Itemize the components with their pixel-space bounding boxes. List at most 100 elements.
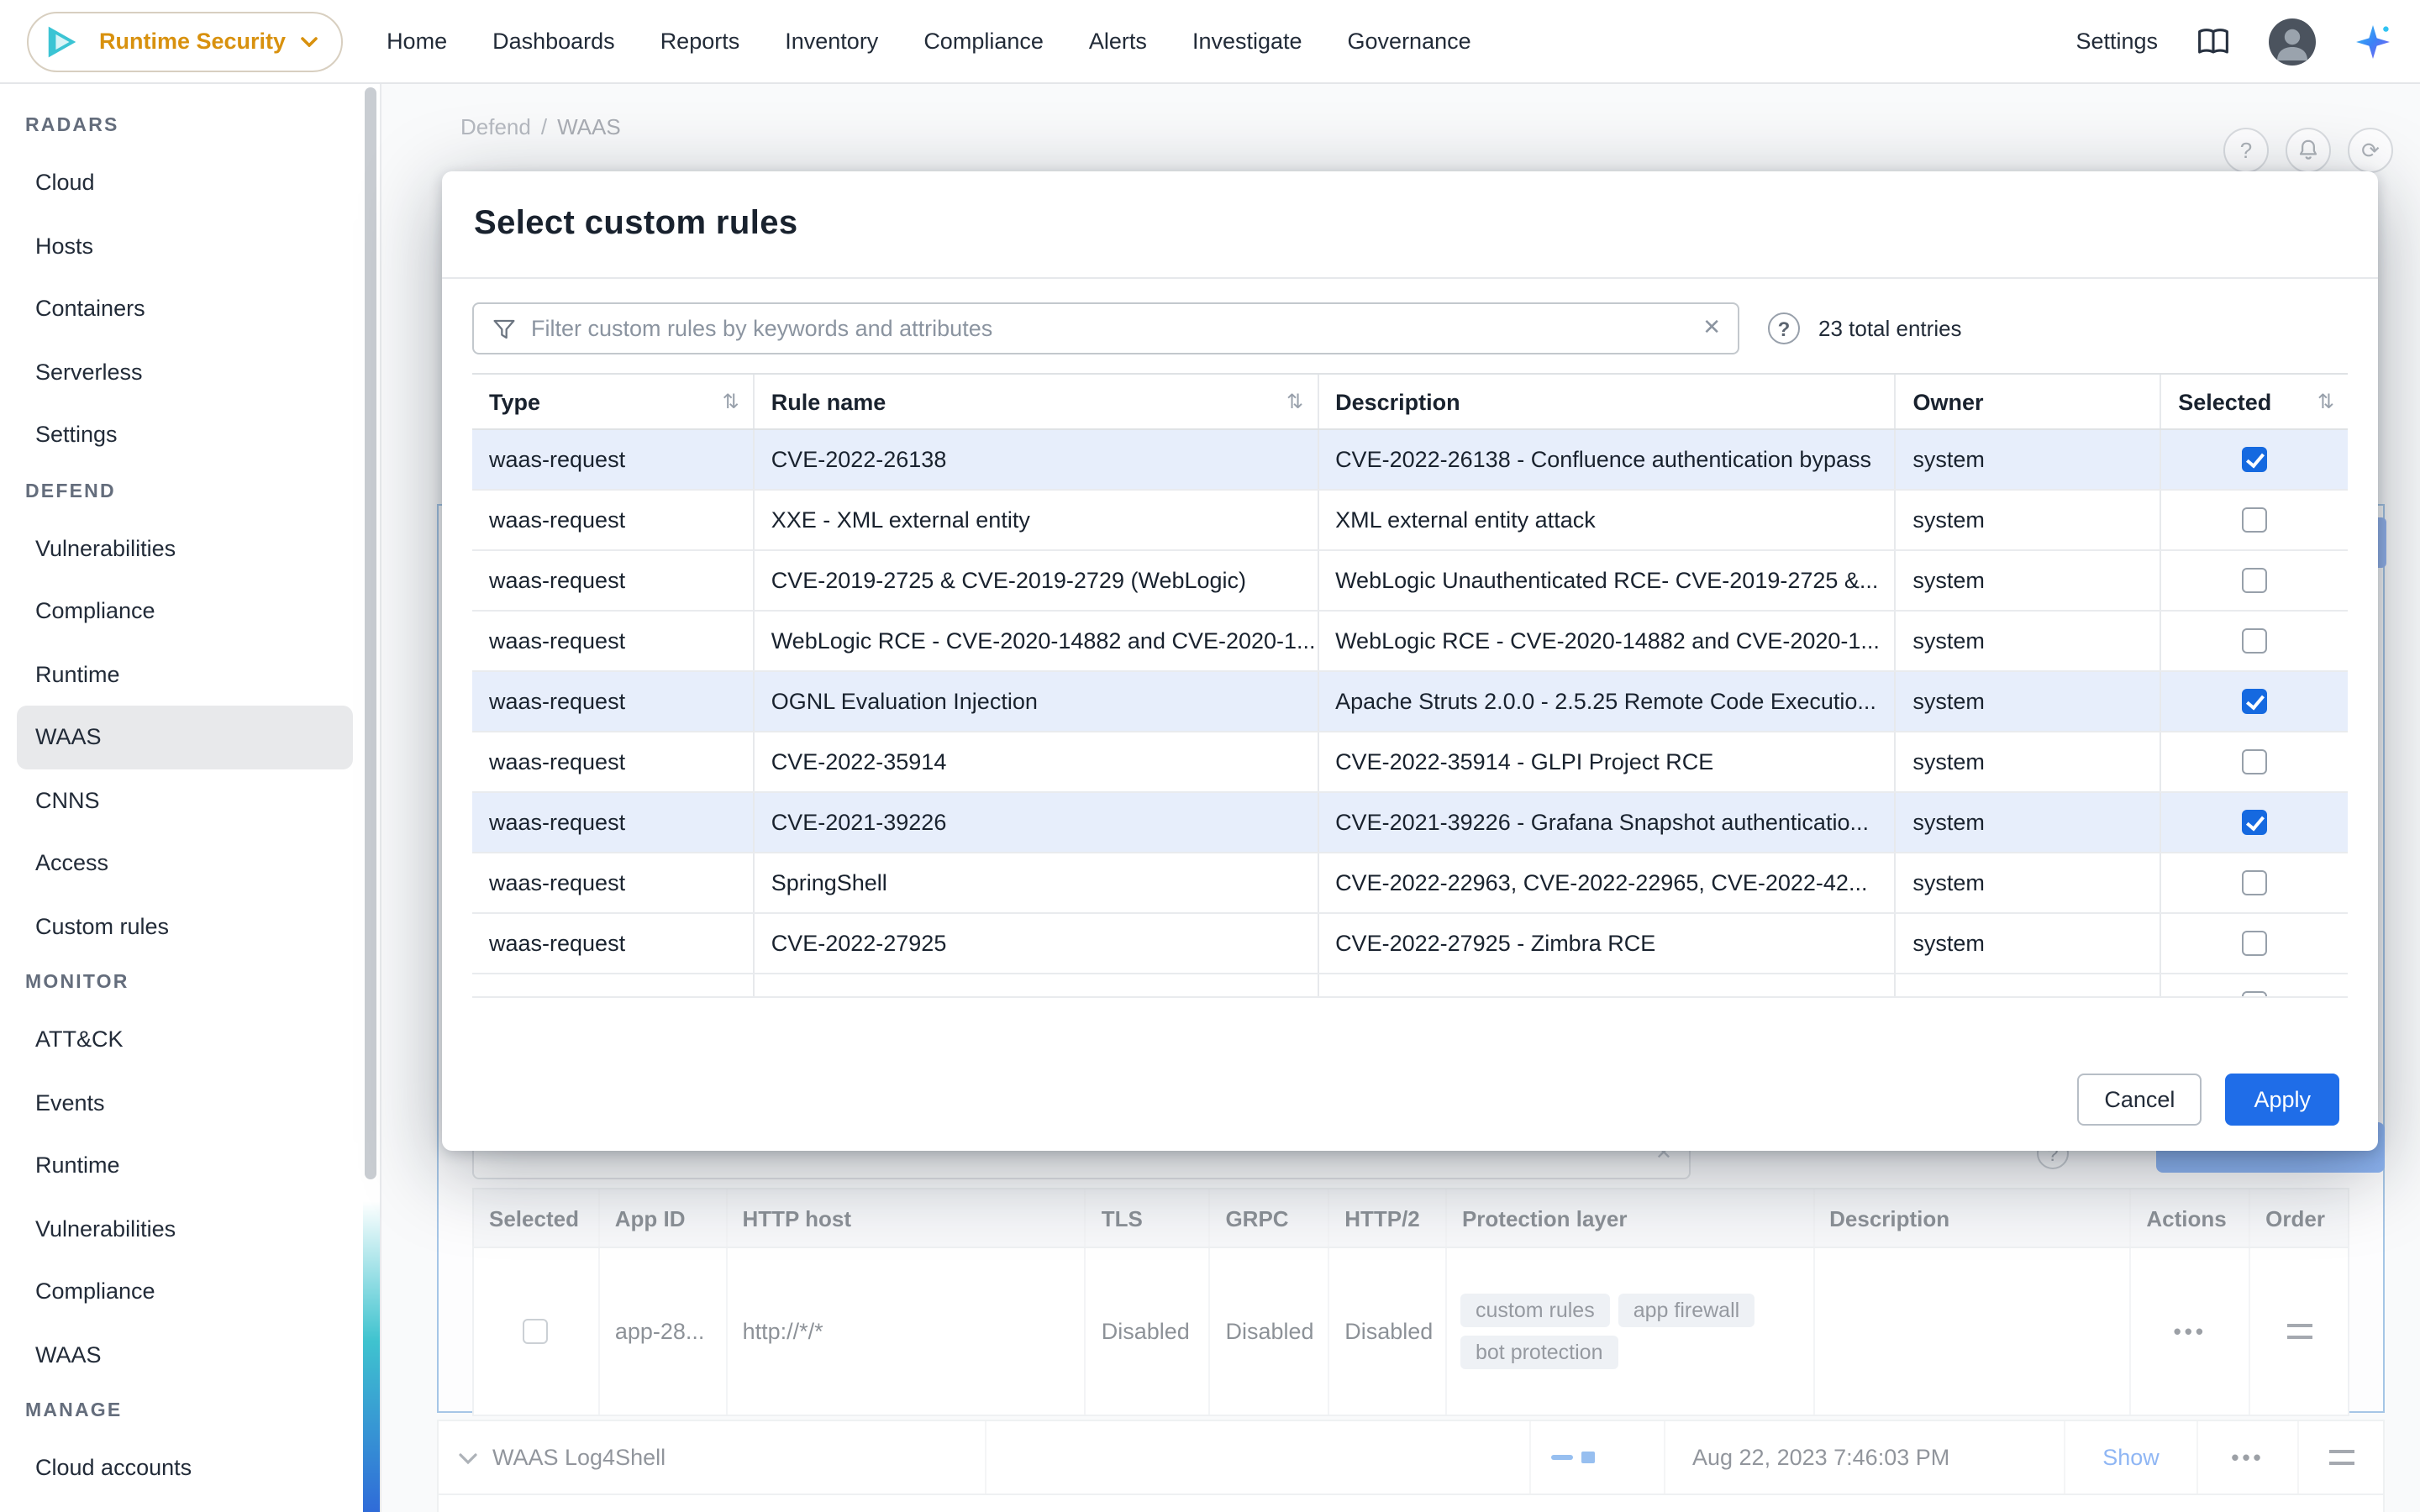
sidebar-item-runtime[interactable]: Runtime bbox=[17, 643, 353, 706]
custom-rule-row[interactable]: waas-requestCVE-2019-2725 & CVE-2019-272… bbox=[472, 551, 2348, 612]
rule-checkbox[interactable] bbox=[2242, 628, 2267, 654]
custom-rule-row[interactable]: waas-requestCVE-2022-35914CVE-2022-35914… bbox=[472, 732, 2348, 793]
sidebar-item-hosts[interactable]: Hosts bbox=[17, 214, 353, 277]
custom-rule-row[interactable]: waas-requestOGNL Evaluation InjectionApa… bbox=[472, 672, 2348, 732]
rule-owner: system bbox=[1894, 491, 2160, 549]
rule-selected-cell bbox=[2160, 853, 2348, 912]
docs-book-icon[interactable] bbox=[2195, 24, 2232, 58]
sort-icon[interactable]: ⇅ bbox=[1286, 390, 1303, 413]
sidebar-scrollbar[interactable] bbox=[365, 87, 376, 1179]
partial-checkbox[interactable] bbox=[2242, 991, 2267, 996]
partial-owner-cell bbox=[1894, 974, 2160, 996]
sidebar-item-settings[interactable]: Settings bbox=[17, 403, 353, 466]
topnav-inventory[interactable]: Inventory bbox=[785, 29, 878, 54]
rule-type: waas-request bbox=[472, 732, 753, 791]
col-label: Description bbox=[1335, 389, 1460, 414]
rule-owner: system bbox=[1894, 672, 2160, 731]
rule-type: waas-request bbox=[472, 853, 753, 912]
sidebar-item-cloud[interactable]: Cloud bbox=[17, 151, 353, 214]
sort-icon[interactable]: ⇅ bbox=[2317, 390, 2334, 413]
sidebar-item-access[interactable]: Access bbox=[17, 832, 353, 895]
sidebar-item-compliance[interactable]: Compliance bbox=[17, 580, 353, 643]
rule-selected-cell bbox=[2160, 793, 2348, 852]
rule-owner: system bbox=[1894, 914, 2160, 973]
filter-help-icon[interactable]: ? bbox=[1768, 312, 1800, 344]
sidebar-item-containers[interactable]: Containers bbox=[17, 277, 353, 340]
product-switcher[interactable]: Runtime Security bbox=[27, 11, 343, 71]
sidebar-item-custom-rules[interactable]: Custom rules bbox=[17, 895, 353, 958]
rule-checkbox[interactable] bbox=[2242, 749, 2267, 774]
user-avatar[interactable] bbox=[2269, 18, 2316, 65]
sort-icon[interactable]: ⇅ bbox=[723, 390, 739, 413]
rule-type: waas-request bbox=[472, 793, 753, 852]
custom-rule-row[interactable]: waas-requestWebLogic RCE - CVE-2020-1488… bbox=[472, 612, 2348, 672]
sidebar-item-vulnerabilities[interactable]: Vulnerabilities bbox=[17, 517, 353, 580]
rule-description: CVE-2021-39226 - Grafana Snapshot authen… bbox=[1317, 793, 1894, 852]
rules-filter-input[interactable]: ✕ bbox=[472, 302, 1739, 354]
topbar-right: Settings bbox=[2075, 18, 2393, 65]
topnav-dashboards[interactable]: Dashboards bbox=[492, 29, 615, 54]
sidebar-item-waas[interactable]: WAAS bbox=[17, 1323, 353, 1386]
col-header-type[interactable]: Type⇅ bbox=[472, 375, 753, 428]
cancel-button[interactable]: Cancel bbox=[2077, 1073, 2202, 1125]
custom-rule-row[interactable]: waas-requestSpringShellCVE-2022-22963, C… bbox=[472, 853, 2348, 914]
sidebar-item-att-ck[interactable]: ATT&CK bbox=[17, 1008, 353, 1071]
rule-checkbox[interactable] bbox=[2242, 870, 2267, 895]
sidebar-item-runtime[interactable]: Runtime bbox=[17, 1134, 353, 1197]
partial-type-cell bbox=[472, 974, 753, 996]
rules-table-body: waas-requestCVE-2022-26138CVE-2022-26138… bbox=[472, 430, 2348, 974]
rule-type: waas-request bbox=[472, 491, 753, 549]
sidebar-item-waas[interactable]: WAAS bbox=[17, 706, 353, 769]
rule-owner: system bbox=[1894, 732, 2160, 791]
apply-button[interactable]: Apply bbox=[2225, 1073, 2339, 1125]
sidebar-item-serverless[interactable]: Serverless bbox=[17, 340, 353, 403]
rule-name: CVE-2022-35914 bbox=[753, 732, 1317, 791]
settings-link[interactable]: Settings bbox=[2075, 29, 2158, 54]
ai-sparkle-icon[interactable] bbox=[2353, 21, 2393, 61]
sidebar-item-cloud-accounts[interactable]: Cloud accounts bbox=[17, 1436, 353, 1499]
topnav-investigate[interactable]: Investigate bbox=[1192, 29, 1302, 54]
rule-checkbox[interactable] bbox=[2242, 931, 2267, 956]
custom-rule-row[interactable]: waas-requestCVE-2021-39226CVE-2021-39226… bbox=[472, 793, 2348, 853]
rule-checkbox[interactable] bbox=[2242, 568, 2267, 593]
topnav-home[interactable]: Home bbox=[387, 29, 447, 54]
col-header-owner: Owner bbox=[1894, 375, 2160, 428]
col-label: Owner bbox=[1912, 389, 1983, 414]
custom-rule-row[interactable]: waas-requestCVE-2022-27925CVE-2022-27925… bbox=[472, 914, 2348, 974]
sidebar-item-vulnerabilities[interactable]: Vulnerabilities bbox=[17, 1197, 353, 1260]
custom-rule-row[interactable]: waas-requestXXE - XML external entityXML… bbox=[472, 491, 2348, 551]
rule-type: waas-request bbox=[472, 914, 753, 973]
rule-description: CVE-2022-27925 - Zimbra RCE bbox=[1317, 914, 1894, 973]
topnav-reports[interactable]: Reports bbox=[660, 29, 740, 54]
topnav-governance[interactable]: Governance bbox=[1348, 29, 1471, 54]
rules-filter-field[interactable] bbox=[474, 304, 1738, 353]
partial-selected-cell bbox=[2160, 974, 2348, 996]
rule-checkbox[interactable] bbox=[2242, 507, 2267, 533]
rule-description: Apache Struts 2.0.0 - 2.5.25 Remote Code… bbox=[1317, 672, 1894, 731]
partial-row bbox=[472, 974, 2348, 998]
clear-filter-icon[interactable]: ✕ bbox=[1702, 314, 1721, 341]
filter-funnel-icon bbox=[491, 316, 518, 351]
rule-checkbox[interactable] bbox=[2242, 810, 2267, 835]
topnav-compliance[interactable]: Compliance bbox=[923, 29, 1044, 54]
rule-description: CVE-2022-22963, CVE-2022-22965, CVE-2022… bbox=[1317, 853, 1894, 912]
sidebar-item-events[interactable]: Events bbox=[17, 1071, 353, 1134]
rule-checkbox[interactable] bbox=[2242, 447, 2267, 472]
rule-description: CVE-2022-35914 - GLPI Project RCE bbox=[1317, 732, 1894, 791]
col-header-selected[interactable]: Selected⇅ bbox=[2160, 375, 2348, 428]
sidebar-item-compliance[interactable]: Compliance bbox=[17, 1260, 353, 1323]
rule-selected-cell bbox=[2160, 732, 2348, 791]
col-header-rule-name[interactable]: Rule name⇅ bbox=[753, 375, 1317, 428]
sidebar-section-radars: RADARS bbox=[0, 101, 380, 151]
modal-footer: Cancel Apply bbox=[442, 1047, 2378, 1151]
col-header-description: Description bbox=[1317, 375, 1894, 428]
sidebar-section-monitor: MONITOR bbox=[0, 958, 380, 1008]
topnav-alerts[interactable]: Alerts bbox=[1089, 29, 1147, 54]
modal-title: Select custom rules bbox=[474, 205, 798, 244]
rule-owner: system bbox=[1894, 551, 2160, 610]
rule-checkbox[interactable] bbox=[2242, 689, 2267, 714]
modal-header: Select custom rules bbox=[442, 171, 2378, 279]
select-custom-rules-modal: Select custom rules ✕ ? 23 total entries… bbox=[442, 171, 2378, 1151]
custom-rule-row[interactable]: waas-requestCVE-2022-26138CVE-2022-26138… bbox=[472, 430, 2348, 491]
sidebar-item-cnns[interactable]: CNNS bbox=[17, 769, 353, 832]
